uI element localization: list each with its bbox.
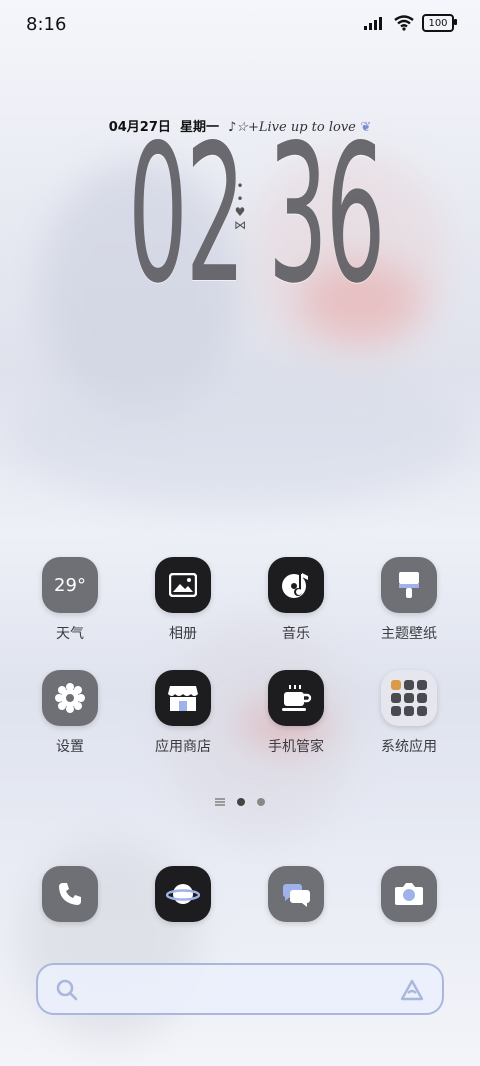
app-label: 天气 — [56, 626, 84, 642]
battery-icon: 100 — [422, 14, 457, 32]
camera-icon — [381, 866, 437, 922]
theme-brush-icon — [381, 557, 437, 613]
app-label: 主题壁纸 — [381, 626, 437, 642]
app-label: 应用商店 — [155, 739, 211, 755]
page-dot-current — [237, 798, 245, 806]
app-label: 手机管家 — [268, 739, 324, 755]
dock-messages[interactable] — [246, 866, 346, 922]
dock-phone[interactable] — [20, 866, 120, 922]
clock-separator-icon: • • ♥ ⋈ — [234, 179, 246, 232]
gear-icon — [42, 670, 98, 726]
app-label: 系统应用 — [381, 739, 437, 755]
app-themes[interactable]: 主题壁纸 — [359, 557, 459, 643]
store-icon — [155, 670, 211, 726]
app-folder-system[interactable]: 系统应用 — [359, 670, 459, 756]
app-label: 音乐 — [282, 626, 310, 642]
app-label: 相册 — [169, 626, 197, 642]
music-icon — [268, 557, 324, 613]
folder-icon — [381, 670, 437, 726]
app-weather[interactable]: 29° 天气 — [20, 557, 120, 643]
phone-icon — [42, 866, 98, 922]
weather-icon: 29° — [42, 557, 98, 613]
app-gallery[interactable]: 相册 — [133, 557, 233, 643]
assistant-icon[interactable] — [400, 979, 424, 1005]
clock-widget[interactable]: 02 • • ♥ ⋈ 36 — [0, 104, 480, 325]
battery-level: 100 — [428, 17, 448, 29]
signal-icon — [364, 17, 382, 30]
browser-planet-icon — [155, 866, 211, 922]
gallery-icon — [155, 557, 211, 613]
search-input[interactable] — [88, 975, 392, 1007]
list-icon — [215, 798, 225, 806]
app-music[interactable]: 音乐 — [246, 557, 346, 643]
wifi-icon — [394, 15, 414, 31]
coffee-cup-icon — [268, 670, 324, 726]
app-settings[interactable]: 设置 — [20, 670, 120, 756]
status-bar: 8:16 100 — [0, 0, 480, 50]
page-indicator[interactable] — [0, 798, 480, 806]
search-bar[interactable] — [36, 963, 444, 1015]
clock-hour: 02 — [128, 104, 245, 325]
page-dot — [257, 798, 265, 806]
app-phone-manager[interactable]: 手机管家 — [246, 670, 346, 756]
dock-camera[interactable] — [359, 866, 459, 922]
messages-icon — [268, 866, 324, 922]
app-label: 设置 — [56, 739, 84, 755]
dock-browser[interactable] — [133, 866, 233, 922]
status-time: 8:16 — [26, 14, 67, 35]
clock-minute: 36 — [268, 104, 385, 325]
search-icon — [56, 979, 78, 1005]
app-store[interactable]: 应用商店 — [133, 670, 233, 756]
weather-temp: 29° — [54, 574, 86, 596]
